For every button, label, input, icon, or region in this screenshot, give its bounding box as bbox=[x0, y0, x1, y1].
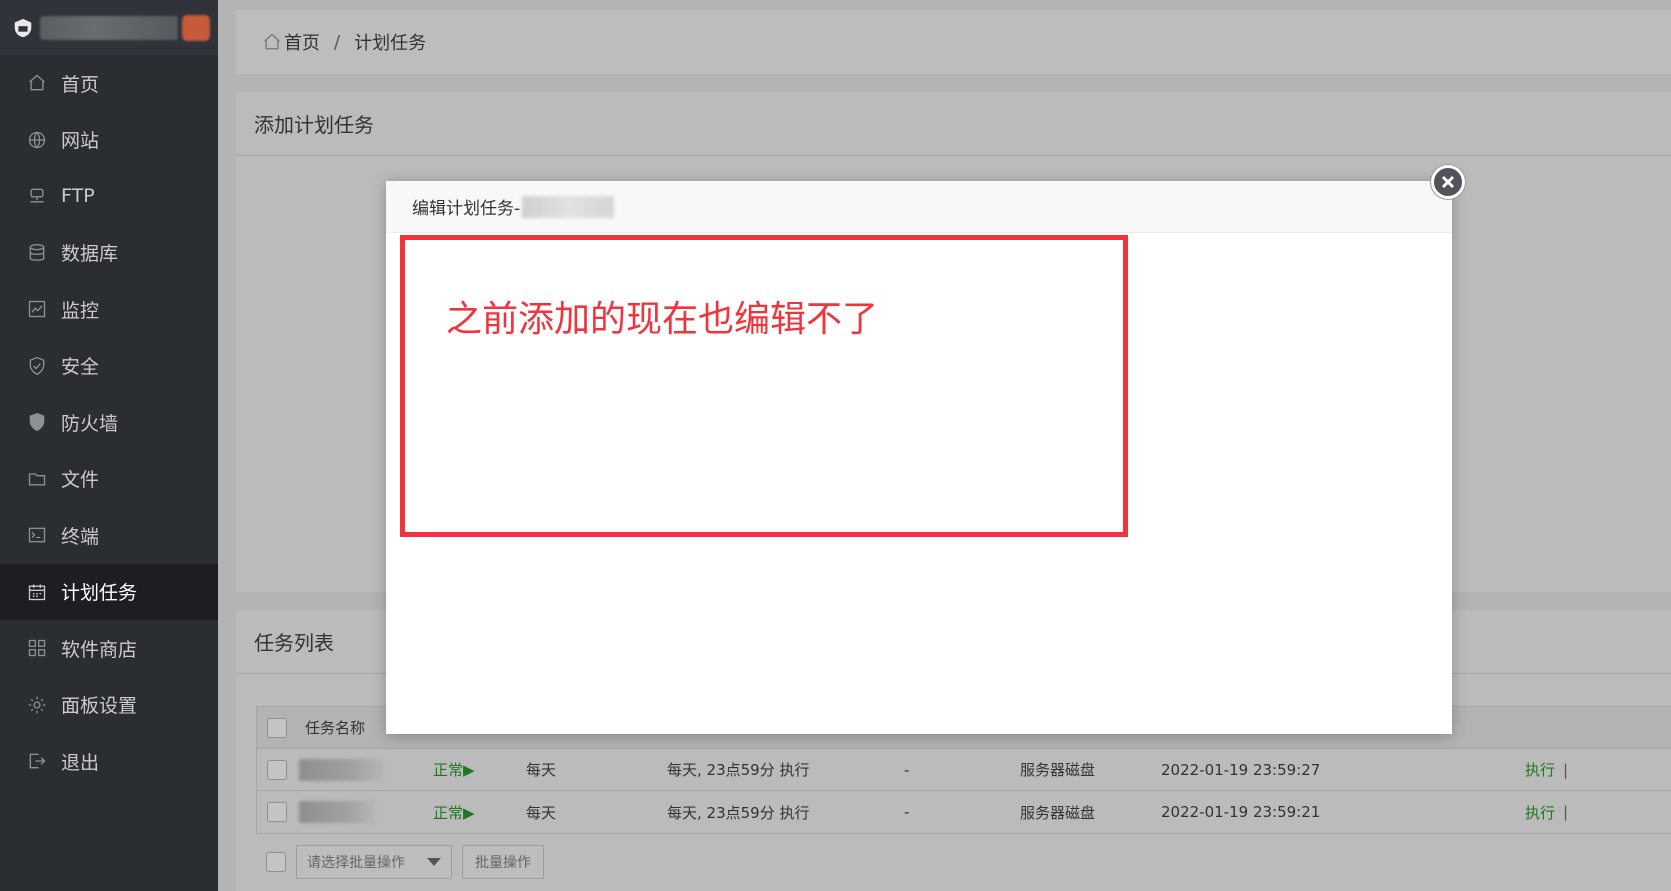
sidebar-item-label: 终端 bbox=[61, 525, 100, 548]
sidebar-item-label: 数据库 bbox=[61, 243, 119, 266]
sidebar-item-label: 监控 bbox=[61, 299, 100, 322]
task-cycle: 每天, 23点59分 执行 bbox=[667, 761, 810, 779]
panel-logo-icon bbox=[14, 18, 32, 37]
modal-title: 编辑计划任务- bbox=[412, 199, 521, 219]
panel-title: 添加计划任务 bbox=[236, 92, 1671, 156]
task-added-time: 2022-01-19 23:59:27 bbox=[1161, 760, 1321, 779]
sidebar-item-home[interactable]: 首页 bbox=[0, 55, 218, 112]
task-status[interactable]: 正常▶ bbox=[433, 759, 475, 780]
sidebar-nav: 首页 网站 FTP 数据库 监控 安全 防火墙 文件 终端 计划任务 软件商店 … bbox=[0, 55, 218, 790]
sidebar-item-settings[interactable]: 面板设置 bbox=[0, 677, 218, 734]
sidebar-item-terminal[interactable]: 终端 bbox=[0, 507, 218, 564]
shield-check-icon bbox=[29, 356, 45, 375]
task-period: 每天 bbox=[526, 803, 557, 822]
folder-icon bbox=[28, 473, 46, 486]
calendar-icon bbox=[28, 584, 46, 600]
breadcrumb: 首页 / 计划任务 bbox=[236, 10, 1671, 74]
sidebar-item-label: 软件商店 bbox=[61, 638, 138, 661]
sidebar: 首页 网站 FTP 数据库 监控 安全 防火墙 文件 终端 计划任务 软件商店 … bbox=[0, 0, 218, 891]
batch-select-all-checkbox[interactable] bbox=[266, 852, 286, 872]
sidebar-item-cron[interactable]: 计划任务 bbox=[0, 563, 218, 620]
sidebar-item-ftp[interactable]: FTP bbox=[0, 168, 218, 225]
sidebar-item-label: 面板设置 bbox=[61, 695, 138, 718]
monitor-chart-icon bbox=[28, 301, 46, 318]
sidebar-item-monitor[interactable]: 监控 bbox=[0, 281, 218, 338]
modal-close-button[interactable] bbox=[1431, 165, 1465, 199]
task-name-redacted bbox=[299, 801, 375, 823]
task-status[interactable]: 正常▶ bbox=[433, 802, 475, 823]
batch-action-select[interactable]: 请选择批量操作 bbox=[296, 845, 452, 879]
task-target: 服务器磁盘 bbox=[1020, 761, 1096, 779]
row-checkbox[interactable] bbox=[267, 802, 287, 822]
app-grid-icon bbox=[28, 640, 46, 657]
sidebar-item-security[interactable]: 安全 bbox=[0, 338, 218, 395]
brand-name-redacted bbox=[40, 15, 178, 40]
task-period: 每天 bbox=[526, 761, 557, 779]
select-all-checkbox[interactable] bbox=[267, 717, 287, 738]
breadcrumb-current: 计划任务 bbox=[354, 33, 427, 54]
breadcrumb-home-link[interactable]: 首页 bbox=[284, 29, 320, 55]
table-row: 正常▶ 每天 每天, 23点59分 执行 - 服务器磁盘 2022-01-19 … bbox=[257, 791, 1671, 833]
home-icon bbox=[264, 33, 280, 50]
action-separator: | bbox=[1563, 803, 1569, 821]
task-backup-count: - bbox=[904, 803, 910, 821]
sidebar-item-files[interactable]: 文件 bbox=[0, 451, 218, 508]
row-checkbox[interactable] bbox=[267, 759, 287, 780]
sidebar-item-label: 防火墙 bbox=[61, 412, 119, 435]
sidebar-item-label: 首页 bbox=[61, 73, 100, 96]
table-row: 正常▶ 每天 每天, 23点59分 执行 - 服务器磁盘 2022-01-19 … bbox=[257, 749, 1671, 791]
annotation-text: 之前添加的现在也编辑不了 bbox=[446, 299, 879, 340]
database-icon bbox=[29, 243, 45, 261]
breadcrumb-separator: / bbox=[334, 31, 341, 53]
sidebar-item-label: 计划任务 bbox=[61, 582, 138, 605]
ftp-server-icon bbox=[30, 188, 44, 203]
sidebar-item-label: FTP bbox=[61, 185, 95, 208]
sidebar-item-website[interactable]: 网站 bbox=[0, 112, 218, 169]
sidebar-item-label: 退出 bbox=[61, 751, 100, 774]
close-icon bbox=[1441, 175, 1455, 189]
task-added-time: 2022-01-19 23:59:21 bbox=[1161, 803, 1321, 821]
brand-badge-redacted bbox=[182, 14, 210, 41]
logout-icon bbox=[29, 753, 46, 769]
task-target: 服务器磁盘 bbox=[1020, 803, 1096, 822]
task-name-redacted bbox=[299, 758, 384, 781]
sidebar-item-label: 文件 bbox=[61, 469, 100, 492]
terminal-icon bbox=[28, 527, 46, 543]
chevron-down-icon bbox=[427, 858, 441, 866]
run-task-link[interactable]: 执行 bbox=[1525, 802, 1555, 823]
gear-icon bbox=[28, 696, 46, 714]
sidebar-item-firewall[interactable]: 防火墙 bbox=[0, 394, 218, 451]
run-task-link[interactable]: 执行 bbox=[1525, 759, 1555, 780]
action-separator: | bbox=[1563, 760, 1569, 779]
modal-title-redacted bbox=[522, 195, 615, 218]
column-header-name: 任务名称 bbox=[305, 719, 366, 737]
globe-icon bbox=[28, 131, 46, 148]
batch-select-placeholder: 请选择批量操作 bbox=[307, 855, 405, 871]
modal-header: 编辑计划任务- bbox=[386, 181, 1452, 233]
task-backup-count: - bbox=[904, 760, 910, 779]
home-icon bbox=[29, 74, 45, 91]
sidebar-item-store[interactable]: 软件商店 bbox=[0, 620, 218, 677]
task-cycle: 每天, 23点59分 执行 bbox=[667, 803, 810, 822]
firewall-shield-icon bbox=[29, 413, 45, 432]
sidebar-item-database[interactable]: 数据库 bbox=[0, 225, 218, 282]
annotation-highlight-box bbox=[400, 235, 1128, 537]
sidebar-item-label: 网站 bbox=[61, 130, 100, 153]
batch-action-button[interactable]: 批量操作 bbox=[462, 845, 544, 879]
sidebar-item-label: 安全 bbox=[61, 356, 100, 379]
sidebar-item-logout[interactable]: 退出 bbox=[0, 733, 218, 790]
batch-bar: 请选择批量操作 批量操作 bbox=[256, 845, 544, 879]
brand bbox=[0, 0, 218, 55]
